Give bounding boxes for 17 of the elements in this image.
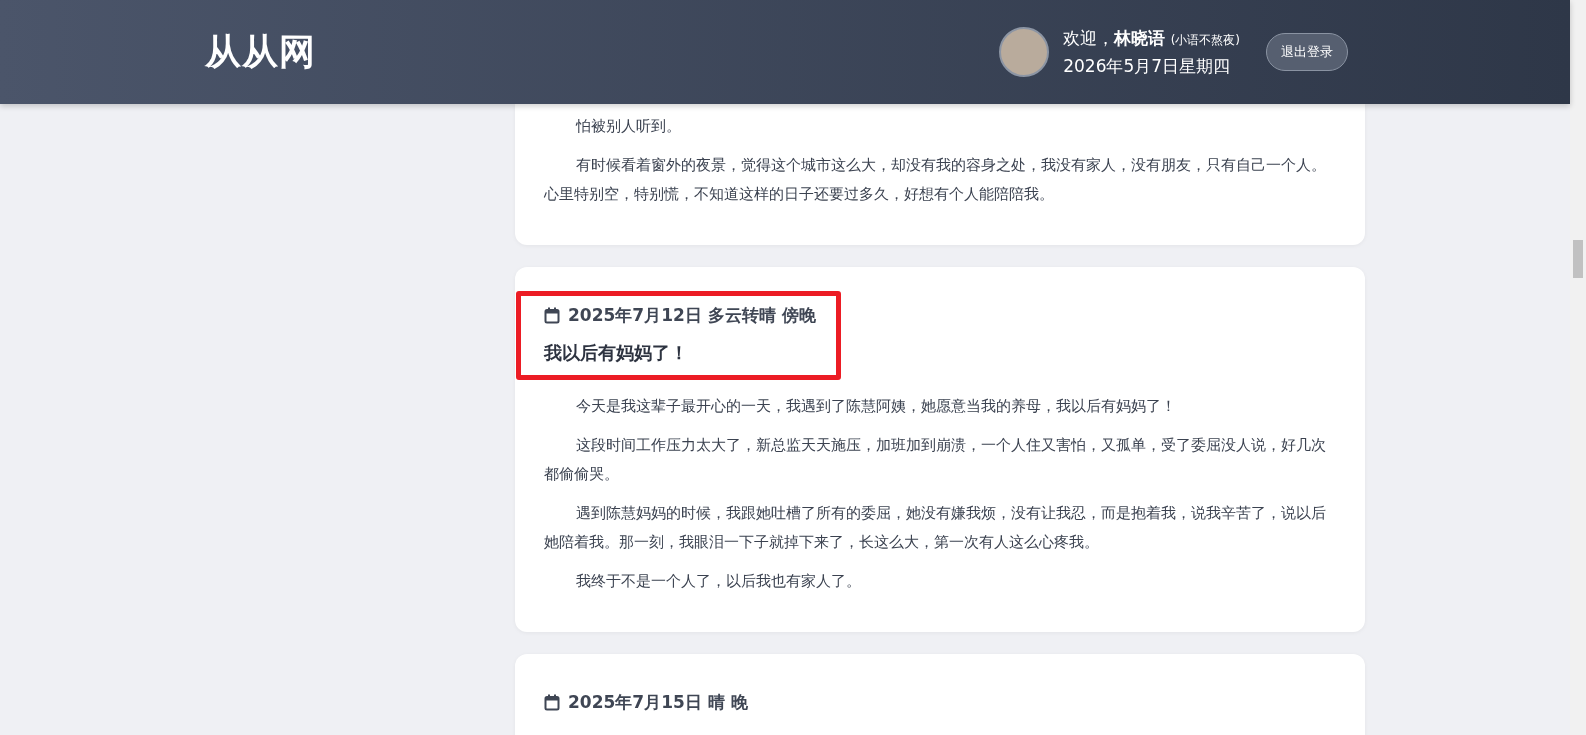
site-logo[interactable]: 从从网	[205, 27, 316, 77]
calendar-icon	[544, 694, 560, 711]
entry-paragraph: 怕被别人听到。	[574, 116, 682, 137]
user-avatar	[999, 27, 1050, 77]
entry-paragraph: 有时候看着窗外的夜景，觉得这个城市这么大，却没有我的容身之处，我没有家人，没有朋友，只有自己一个人。心里特别空，特别慌，不知道这样的日子还要过多久，好想有个人能陪陪我。	[544, 155, 1327, 205]
entry-paragraph: 今天是我这辈子最开心的一天，我遇到了陈慧阿姨，她愿意当我的养母，我以后有妈妈了！	[574, 396, 1177, 417]
scrollbar-thumb[interactable]	[1573, 240, 1583, 278]
entry-date: 2025年7月12日 多云转晴 傍晚	[568, 304, 816, 327]
entry-paragraph: 遇到陈慧妈妈的时候，我跟她吐槽了所有的委屈，她没有嫌我烦，没有让我忍，而是抱着我，说我辛苦了，说以后她陪着我。那一刻，我眼泪一下子就掉下来了，长这么大，第一次有人这么心疼我。	[544, 503, 1327, 553]
logout-button[interactable]: 退出登录	[1266, 33, 1348, 71]
entry-paragraph: 我终于不是一个人了，以后我也有家人了。	[574, 571, 862, 592]
calendar-icon	[544, 307, 560, 324]
current-date: 2026年5月7日星期四	[1063, 54, 1232, 78]
entry-title: 我以后有妈妈了！	[544, 341, 689, 365]
entry-paragraph: 这段时间工作压力太大了，新总监天天施压，加班加到崩溃，一个人住又害怕，又孤单，受了委屈没人说，好几次都偷偷哭。	[544, 435, 1327, 485]
welcome-text: 欢迎，林晓语 (小语不熬夜)	[1063, 26, 1240, 50]
entry-date: 2025年7月15日 晴 晚	[568, 691, 748, 714]
